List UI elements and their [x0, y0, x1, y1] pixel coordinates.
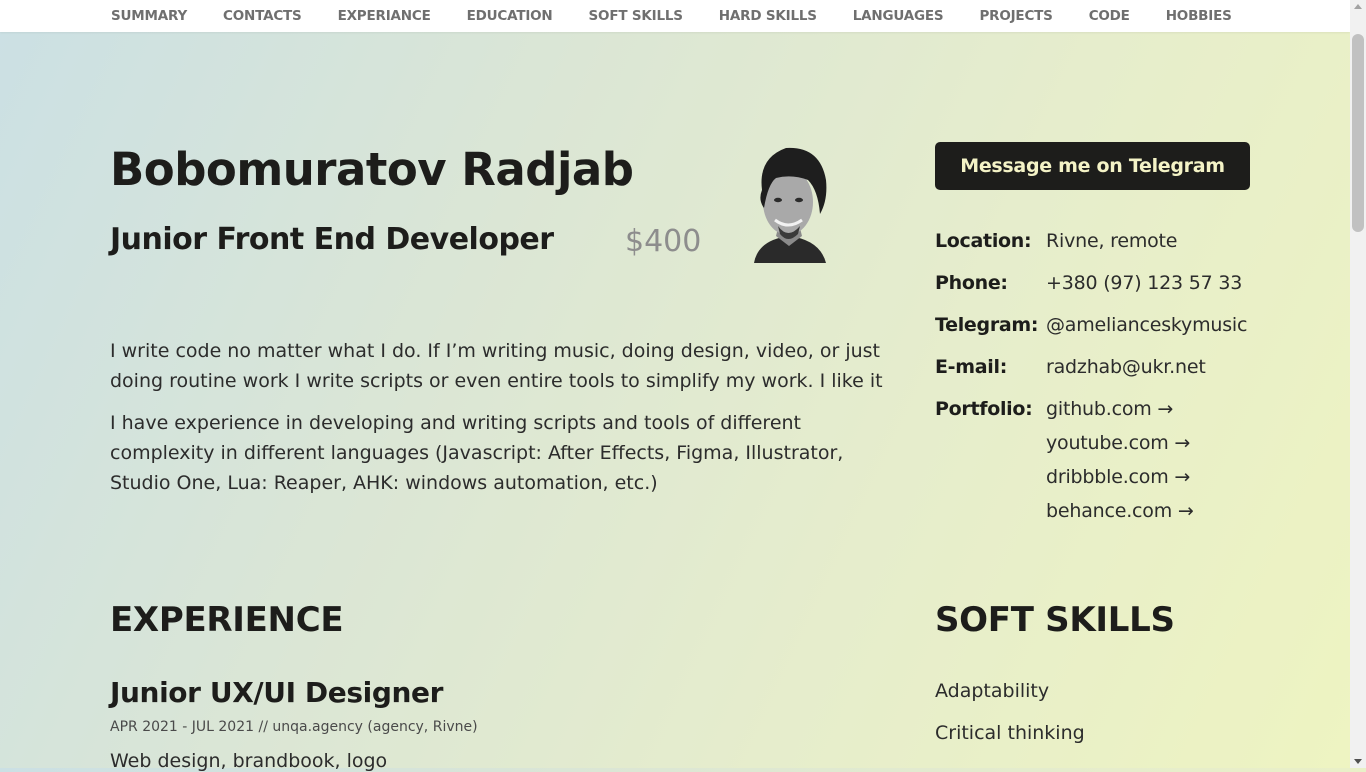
- scrollbar-thumb[interactable]: [1352, 34, 1364, 232]
- avatar: [754, 147, 827, 263]
- top-navigation: SUMMARY CONTACTS EXPERIANCE EDUCATION SO…: [0, 0, 1350, 32]
- summary-section: I write code no matter what I do. If I’m…: [110, 336, 890, 510]
- nav-item-experiance[interactable]: EXPERIANCE: [338, 0, 431, 32]
- contact-row-phone: Phone: +380 (97) 123 57 33: [935, 268, 1345, 310]
- contact-label: Portfolio:: [935, 398, 1033, 420]
- scroll-down-arrow-icon[interactable]: [1354, 759, 1362, 764]
- summary-paragraph: I write code no matter what I do. If I’m…: [110, 340, 883, 392]
- portfolio-link-dribbble[interactable]: dribbble.com →: [1046, 462, 1194, 496]
- nav-item-education[interactable]: EDUCATION: [467, 0, 553, 32]
- soft-skills-list: Adaptability Critical thinking: [935, 676, 1085, 760]
- person-name: Bobomuratov Radjab: [110, 143, 634, 196]
- contact-label: Phone:: [935, 272, 1008, 294]
- contact-value-location: Rivne, remote: [1046, 230, 1178, 252]
- nav-item-languages[interactable]: LANGUAGES: [853, 0, 944, 32]
- nav-item-code[interactable]: CODE: [1089, 0, 1130, 32]
- contact-value-telegram[interactable]: @amelianceskymusic: [1046, 310, 1247, 352]
- soft-skills-heading: SOFT SKILLS: [935, 600, 1175, 640]
- nav-item-summary[interactable]: SUMMARY: [111, 0, 187, 32]
- nav-item-hard-skills[interactable]: HARD SKILLS: [719, 0, 817, 32]
- job-title-heading: Junior Front End Developer: [110, 222, 554, 257]
- portfolio-link-github[interactable]: github.com →: [1046, 394, 1194, 428]
- portfolio-link-behance[interactable]: behance.com →: [1046, 496, 1194, 530]
- contact-label: E-mail:: [935, 356, 1008, 378]
- experience-job-meta: APR 2021 - JUL 2021 // unqa.agency (agen…: [110, 719, 478, 735]
- soft-skill-item: Adaptability: [935, 680, 1050, 702]
- page-scrollbar[interactable]: [1350, 0, 1366, 768]
- contact-value-email[interactable]: radzhab@ukr.net: [1046, 352, 1206, 394]
- nav-item-hobbies[interactable]: HOBBIES: [1166, 0, 1232, 32]
- portfolio-link-youtube[interactable]: youtube.com →: [1046, 428, 1194, 462]
- contact-row-portfolio: Portfolio: github.com → youtube.com → dr…: [935, 394, 1345, 530]
- summary-paragraph: I have experience in developing and writ…: [110, 412, 844, 494]
- contact-value-phone[interactable]: +380 (97) 123 57 33: [1046, 268, 1242, 310]
- contact-row-telegram: Telegram: @amelianceskymusic: [935, 310, 1345, 352]
- experience-job-description: Web design, brandbook, logo: [110, 750, 388, 772]
- contact-row-email: E-mail: radzhab@ukr.net: [935, 352, 1345, 394]
- soft-skill-item: Critical thinking: [935, 722, 1085, 744]
- telegram-message-button[interactable]: Message me on Telegram: [935, 142, 1250, 190]
- nav-item-projects[interactable]: PROJECTS: [979, 0, 1052, 32]
- scroll-up-arrow-icon[interactable]: [1354, 4, 1362, 9]
- contacts-list: Location: Rivne, remote Phone: +380 (97)…: [935, 226, 1345, 530]
- nav-item-soft-skills[interactable]: SOFT SKILLS: [589, 0, 683, 32]
- contact-label: Location:: [935, 230, 1032, 252]
- portfolio-links: github.com → youtube.com → dribbble.com …: [1046, 394, 1194, 530]
- contact-label: Telegram:: [935, 314, 1039, 336]
- salary-expectation: $400: [625, 224, 702, 259]
- experience-job-title: Junior UX/UI Designer: [110, 676, 444, 709]
- contact-row-location: Location: Rivne, remote: [935, 226, 1345, 268]
- experience-heading: EXPERIENCE: [110, 600, 344, 640]
- nav-item-contacts[interactable]: CONTACTS: [223, 0, 302, 32]
- nav-list: SUMMARY CONTACTS EXPERIANCE EDUCATION SO…: [111, 0, 1268, 32]
